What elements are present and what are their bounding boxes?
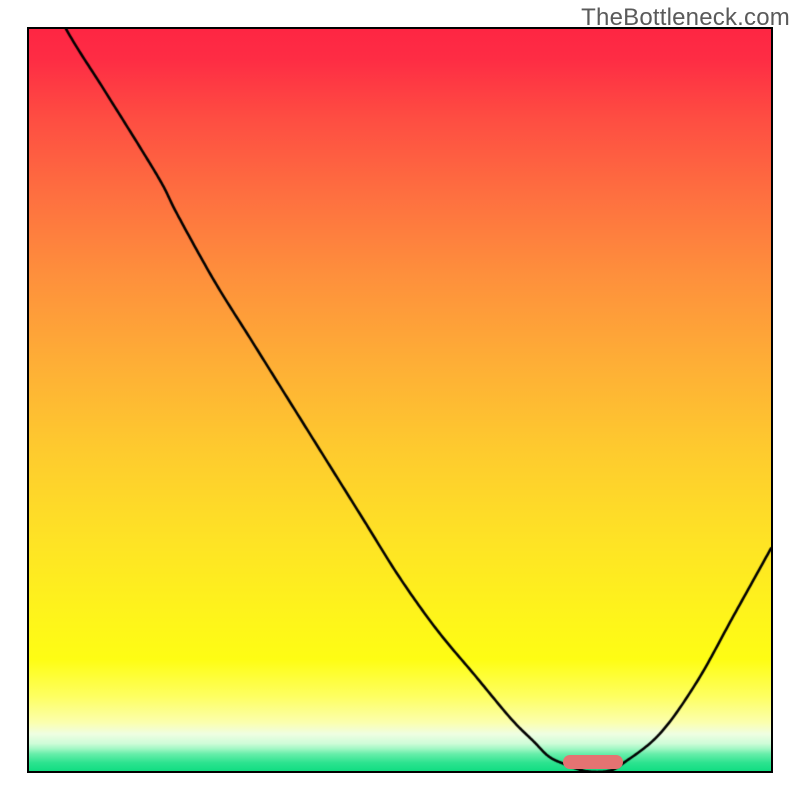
chart-frame: TheBottleneck.com bbox=[0, 0, 800, 800]
optimum-marker bbox=[563, 755, 622, 769]
curve-canvas bbox=[29, 29, 771, 771]
plot-area bbox=[27, 27, 773, 773]
